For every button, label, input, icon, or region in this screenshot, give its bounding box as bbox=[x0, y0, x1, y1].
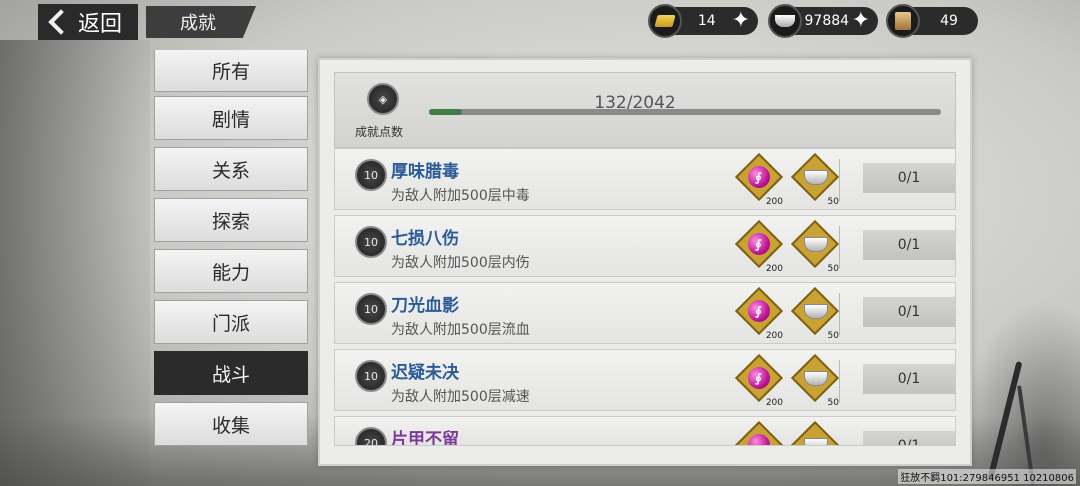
achievement-desc: 为敌人附加500层减速 bbox=[391, 389, 530, 405]
achievement-title: 厚味腊毒 bbox=[391, 162, 459, 182]
reward-orb[interactable]: ∮ 200 bbox=[734, 353, 784, 408]
menu-item-collection[interactable]: 收集 bbox=[154, 402, 308, 446]
reward-silver[interactable]: 50 bbox=[790, 286, 840, 341]
scroll-icon bbox=[886, 4, 920, 38]
reward-count: 50 bbox=[827, 398, 839, 408]
menu-item-sect[interactable]: 门派 bbox=[154, 300, 308, 344]
points-progress-fill bbox=[429, 109, 463, 115]
top-bar: 返回 成就 14 ✦ 97884 ✦ 49 bbox=[0, 0, 1080, 42]
silver-ingot-icon bbox=[804, 438, 828, 445]
page-title: 成就 bbox=[146, 6, 256, 38]
category-menu: 所有 剧情 关系 探索 能力 门派 战斗 收集 bbox=[146, 50, 318, 460]
reward-orb[interactable] bbox=[734, 420, 784, 445]
achievement-title: 迟疑未决 bbox=[391, 363, 459, 383]
scroll-resource: 49 bbox=[886, 4, 978, 38]
achievement-status: 0/1 bbox=[863, 163, 955, 193]
level-medal-icon: 10 bbox=[355, 226, 387, 258]
menu-item-all[interactable]: 所有 bbox=[154, 50, 308, 92]
points-bar: ◈ 成就点数 132/2042 bbox=[334, 72, 956, 148]
achievement-status: 0/1 bbox=[863, 230, 955, 260]
achievement-desc: 为敌人附加500层流血 bbox=[391, 322, 530, 338]
chevron-left-icon bbox=[48, 9, 74, 35]
reward-silver[interactable]: 50 bbox=[790, 219, 840, 274]
back-label: 返回 bbox=[78, 12, 123, 37]
level-medal-icon: 10 bbox=[355, 293, 387, 325]
achievement-title: 刀光血影 bbox=[391, 296, 459, 316]
reward-silver[interactable]: 50 bbox=[790, 353, 840, 408]
reward-orb[interactable]: ∮ 200 bbox=[734, 152, 784, 207]
achievement-row[interactable]: 10 刀光血影 为敌人附加500层流血 ∮ 200 50 0/1 bbox=[334, 282, 956, 344]
reward-count: 50 bbox=[827, 331, 839, 341]
achievement-status: 0/1 bbox=[863, 297, 955, 327]
gold-ingot-icon bbox=[648, 4, 682, 38]
reward-count: 200 bbox=[765, 398, 783, 408]
menu-item-explore[interactable]: 探索 bbox=[154, 198, 308, 242]
achievement-medal-icon: ◈ bbox=[367, 83, 399, 115]
silver-count: 97884 bbox=[804, 13, 850, 29]
achievement-panel: ◈ 成就点数 132/2042 10 厚味腊毒 为敌人附加500层中毒 ∮ 20… bbox=[318, 58, 972, 466]
menu-item-combat[interactable]: 战斗 bbox=[154, 351, 308, 395]
achievement-status: 0/1 bbox=[863, 431, 955, 445]
achievement-row[interactable]: 10 迟疑未决 为敌人附加500层减速 ∮ 200 50 0/1 bbox=[334, 349, 956, 411]
gold-count: 14 bbox=[697, 13, 716, 29]
back-button[interactable]: 返回 bbox=[38, 4, 138, 40]
reward-orb[interactable]: ∮ 200 bbox=[734, 219, 784, 274]
watermark: 狂放不羁101:279846951 10210806 bbox=[898, 469, 1076, 484]
achievement-desc: 为敌人附加500层中毒 bbox=[391, 188, 530, 204]
reward-count: 200 bbox=[765, 264, 783, 274]
points-label: 成就点数 bbox=[355, 125, 404, 139]
divider bbox=[839, 293, 840, 335]
divider bbox=[839, 360, 840, 402]
achievement-title: 七损八伤 bbox=[391, 229, 459, 249]
add-silver-button[interactable]: ✦ bbox=[852, 10, 870, 32]
achievement-status: 0/1 bbox=[863, 364, 955, 394]
silver-resource: 97884 ✦ bbox=[768, 4, 878, 38]
menu-item-relations[interactable]: 关系 bbox=[154, 147, 308, 191]
achievement-row[interactable]: 20 片甲不留 0/1 bbox=[334, 416, 956, 446]
level-medal-icon: 10 bbox=[355, 360, 387, 392]
points-progress bbox=[429, 109, 941, 115]
achievement-desc: 为敌人附加500层内伤 bbox=[391, 255, 530, 271]
reward-count: 50 bbox=[827, 197, 839, 207]
menu-item-story[interactable]: 剧情 bbox=[154, 96, 308, 140]
achievement-title: 片甲不留 bbox=[391, 430, 459, 446]
reward-count: 200 bbox=[765, 197, 783, 207]
gold-resource: 14 ✦ bbox=[648, 4, 758, 38]
menu-item-ability[interactable]: 能力 bbox=[154, 249, 308, 293]
level-medal-icon: 10 bbox=[355, 159, 387, 191]
divider bbox=[839, 226, 840, 268]
reward-orb[interactable]: ∮ 200 bbox=[734, 286, 784, 341]
achievement-row[interactable]: 10 七损八伤 为敌人附加500层内伤 ∮ 200 50 0/1 bbox=[334, 215, 956, 277]
reward-silver[interactable] bbox=[790, 420, 840, 445]
scroll-count: 49 bbox=[940, 13, 958, 29]
level-medal-icon: 20 bbox=[355, 427, 387, 445]
silver-ingot-icon bbox=[768, 4, 802, 38]
achievement-row[interactable]: 10 厚味腊毒 为敌人附加500层中毒 ∮ 200 50 0/1 bbox=[334, 148, 956, 210]
reward-silver[interactable]: 50 bbox=[790, 152, 840, 207]
reward-count: 200 bbox=[765, 331, 783, 341]
add-gold-button[interactable]: ✦ bbox=[732, 10, 750, 32]
reward-count: 50 bbox=[827, 264, 839, 274]
divider bbox=[839, 159, 840, 201]
